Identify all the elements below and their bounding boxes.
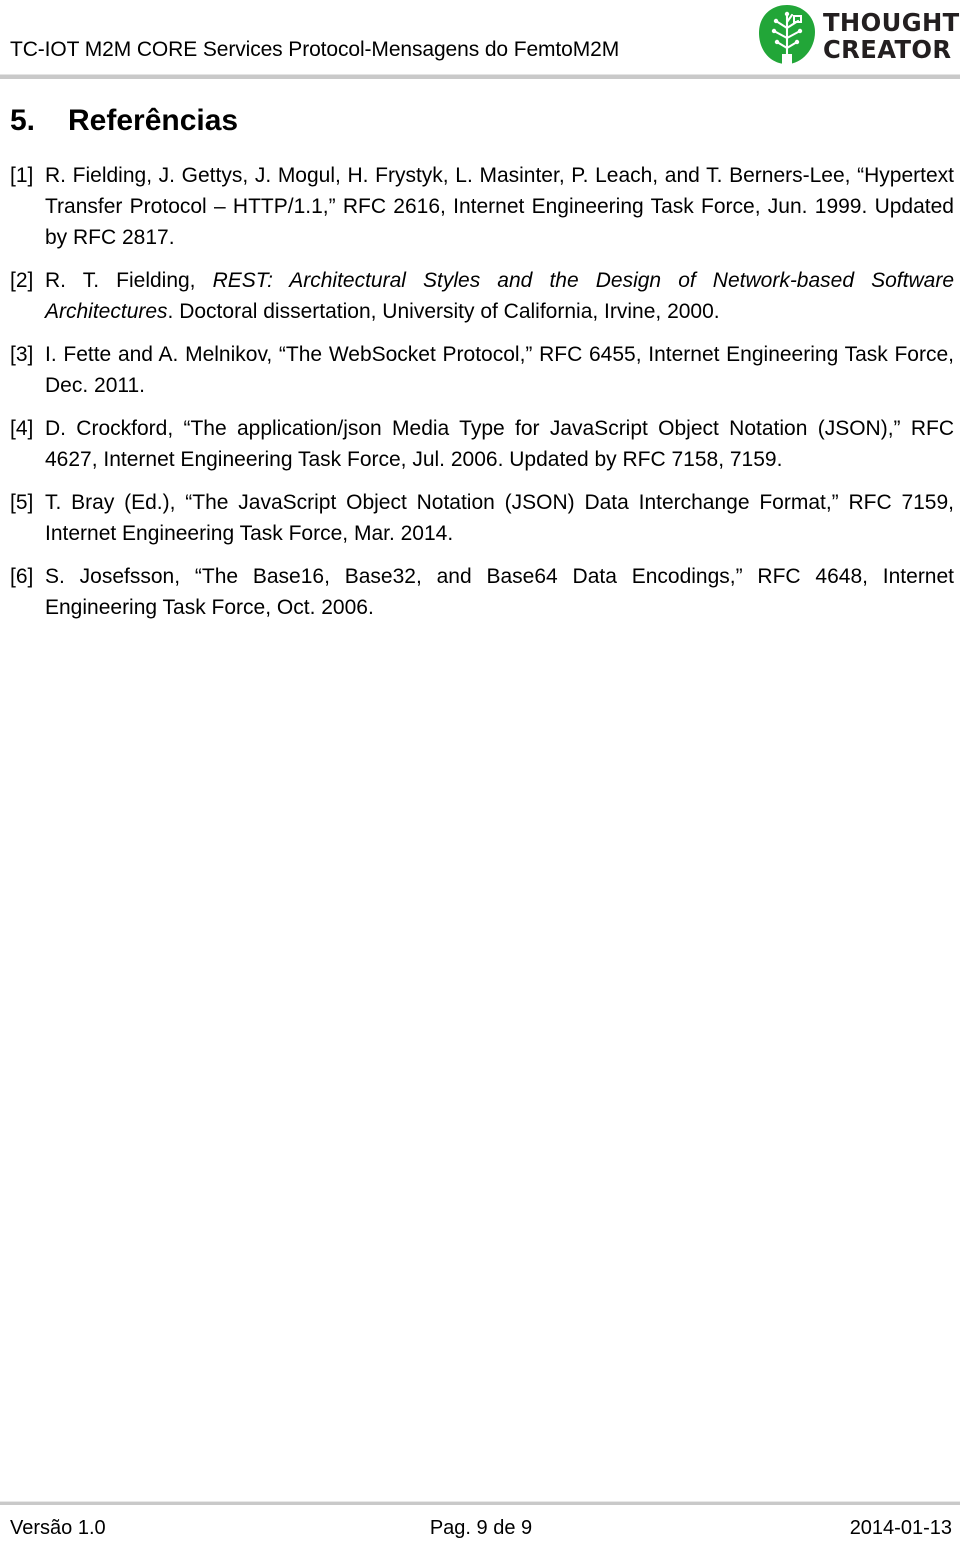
brand-line-thought: THOUGHT [823,8,960,37]
footer-date: 2014-01-13 [849,1517,952,1539]
reference-entry: [2] R. T. Fielding, REST: Architectural … [10,265,954,327]
reference-entry: [5] T. Bray (Ed.), “The JavaScript Objec… [10,487,954,549]
footer-page-number: Pag. 9 de 9 [429,1517,533,1539]
page-content: 5. Referências [1] R. Fielding, J. Getty… [0,104,960,623]
footer-version: Versão 1.0 [10,1517,106,1539]
brand-line-creator: CREATOR [823,35,952,64]
reference-text: R. T. Fielding, REST: Architectural Styl… [45,269,954,323]
reference-text: I. Fette and A. Melnikov, “The WebSocket… [45,343,954,397]
reference-text: D. Crockford, “The application/json Medi… [45,417,954,471]
brand-logo: THOUGHT CREATOR [751,2,960,68]
page-footer: Versão 1.0 Pag. 9 de 9 2014-01-13 [0,1501,960,1559]
reference-entry: [6] S. Josefsson, “The Base16, Base32, a… [10,561,954,623]
reference-marker: [1] [10,164,34,187]
reference-list: [1] R. Fielding, J. Gettys, J. Mogul, H.… [0,160,960,623]
page-header: TC-IOT M2M CORE Services Protocol-Mensag… [0,0,960,79]
reference-marker: [5] [10,491,34,514]
reference-entry: [3] I. Fette and A. Melnikov, “The WebSo… [10,339,954,401]
reference-text: S. Josefsson, “The Base16, Base32, and B… [45,565,954,619]
reference-marker: [6] [10,565,34,588]
header-divider [0,74,960,79]
document-title: TC-IOT M2M CORE Services Protocol-Mensag… [10,38,620,61]
reference-marker: [3] [10,343,34,366]
reference-text: T. Bray (Ed.), “The JavaScript Object No… [45,491,954,545]
footer-row: Versão 1.0 Pag. 9 de 9 2014-01-13 [10,1517,952,1540]
footer-divider [0,1501,960,1505]
tree-logo-icon [756,4,818,66]
brand-wordmark: THOUGHT CREATOR [823,6,960,66]
section-number: 5. [10,104,36,137]
reference-text: R. Fielding, J. Gettys, J. Mogul, H. Fry… [45,164,954,249]
reference-entry: [4] D. Crockford, “The application/json … [10,413,954,475]
reference-marker: [2] [10,269,34,292]
reference-marker: [4] [10,417,34,440]
reference-entry: [1] R. Fielding, J. Gettys, J. Mogul, H.… [10,160,954,253]
section-title: Referências [68,104,239,137]
page-title: 5. Referências [0,104,960,138]
